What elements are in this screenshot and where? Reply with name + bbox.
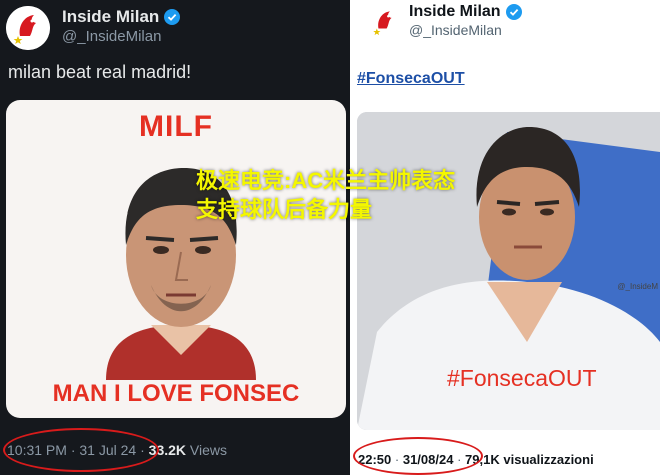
meme-title: MILF [139,110,213,143]
hashtag-link[interactable]: #FonsecaOUT [357,70,465,88]
overlay-title: 极速电竞:AC米兰主帅表态支持球队后备力量 [196,168,456,222]
tweet-time[interactable]: 22:50 [358,452,391,467]
tweet-meta: 22:50 · 31/08/24 · 79,1K visualizzazioni [358,452,594,467]
verified-badge-icon [505,4,522,20]
milan-logo-icon [367,4,403,40]
account-name-text: Inside Milan [62,7,160,26]
tweet-photo[interactable]: @_InsideM #FonsecaOUT [357,112,660,430]
meta-separator: · [457,452,462,467]
meta-separator: · [394,452,400,467]
tweet-date[interactable]: 31/08/24 [403,452,454,467]
meme-image[interactable]: MILF MAN I LOVE FONSEC [6,100,346,418]
meta-separator: · [140,442,145,458]
account-handle[interactable]: @_InsideMilan [62,28,161,45]
views-count: 33.2K [148,442,187,458]
account-name[interactable]: Inside Milan [62,7,181,27]
verified-badge-icon [164,9,181,25]
meme-caption: MAN I LOVE FONSEC [52,380,300,407]
photo-watermark: @_InsideM [617,282,658,291]
tweet-date[interactable]: 31 Jul 24 [79,442,136,458]
tweet-time[interactable]: 10:31 PM [7,442,67,458]
account-name-text: Inside Milan [409,3,501,20]
tweet-text: milan beat real madrid! [8,62,192,82]
tweet-meta: 10:31 PM · 31 Jul 24 · 33.2K Views [7,442,227,458]
photo-hashtag: #FonsecaOUT [447,365,597,391]
milan-logo-icon [6,6,50,50]
account-handle[interactable]: @_InsideMilan [409,22,502,38]
views-label: Views [189,442,228,458]
meta-separator: · [70,442,76,458]
account-name[interactable]: Inside Milan [409,3,522,21]
avatar[interactable] [6,6,50,50]
views-label: visualizzazioni [503,452,594,467]
views-count: 79,1K [465,452,500,467]
avatar[interactable] [367,4,403,40]
left-tweet: Inside Milan @_InsideMilan milan beat re… [0,0,350,475]
